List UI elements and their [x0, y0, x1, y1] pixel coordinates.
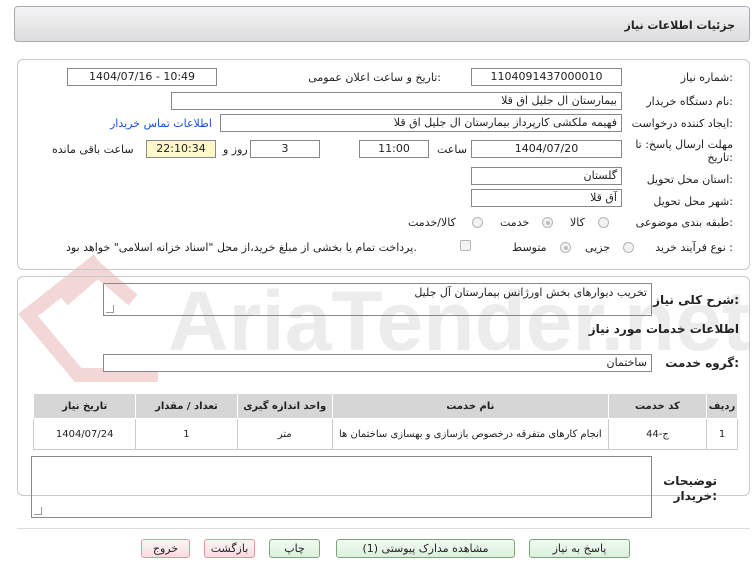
days-field: 3	[250, 140, 320, 158]
process-radio-medium[interactable]	[560, 242, 571, 253]
summary-label: شرح کلی نیاز:	[653, 293, 739, 307]
services-table: ردیف کد خدمت نام خدمت واحد اندازه گیری ت…	[32, 393, 738, 450]
announce-field: 1404/07/16 - 10:49	[67, 68, 217, 86]
col-code-header: کد خدمت	[607, 393, 708, 419]
deadline-label: مهلت ارسال پاسخ: تا	[635, 138, 733, 151]
col-name-header: نام خدمت	[331, 393, 609, 419]
process-option-medium: متوسط	[512, 241, 547, 254]
summary-textarea[interactable]: تخریب دیوارهای بخش اورژانس بیمارستان آل …	[103, 283, 652, 316]
province-label: استان محل تحویل:	[646, 173, 733, 186]
cell-service-name: انجام کارهای متفرقه درخصوص بازسازی و بهس…	[331, 418, 609, 450]
payment-note: پرداخت تمام یا بخشی از مبلغ خرید،از محل …	[66, 241, 417, 254]
notes-resize-handle[interactable]	[34, 507, 42, 515]
table-row: 1 ج-44 انجام کارهای متفرقه درخصوص بازساز…	[32, 418, 738, 450]
deadline-date-field: 1404/07/20	[471, 140, 622, 158]
category-radio-goods-service[interactable]	[472, 217, 483, 228]
attachments-button[interactable]: مشاهده مدارک پیوستی (1)	[336, 539, 515, 558]
treasury-payment-checkbox[interactable]	[460, 240, 471, 251]
col-qty-header: تعداد / مقدار	[135, 393, 238, 419]
province-field: گلستان	[471, 167, 622, 185]
print-button[interactable]: چاپ	[269, 539, 320, 558]
cell-unit: متر	[236, 418, 333, 450]
cell-service-code: ج-44	[607, 418, 708, 450]
exit-button[interactable]: خروج	[141, 539, 190, 558]
announce-label: تاریخ و ساعت اعلان عمومی:	[308, 71, 441, 84]
notes-label-buyer: خریدار:	[673, 489, 717, 503]
services-title: اطلاعات خدمات مورد نیاز	[588, 322, 739, 336]
need-number-field: 1104091437000010	[471, 68, 622, 86]
table-header-row: ردیف کد خدمت نام خدمت واحد اندازه گیری ت…	[32, 393, 738, 419]
process-option-minor: جزیی	[585, 241, 611, 254]
need-number-label: شماره نیاز:	[680, 71, 733, 84]
city-label: شهر محل تحویل:	[653, 195, 733, 208]
buyer-org-label: نام دستگاه خریدار:	[646, 95, 733, 108]
deadline-time-label: ساعت	[437, 143, 467, 156]
category-option-goods-service: کالا/خدمت	[408, 216, 456, 229]
category-label: طبقه بندی موضوعی:	[635, 216, 733, 229]
buyer-org-field: بیمارستان ال جلیل اق قلا	[171, 92, 622, 110]
remaining-time-field: 22:10:34	[146, 140, 216, 158]
back-button[interactable]: بازگشت	[204, 539, 255, 558]
service-group-field: ساختمان	[103, 354, 652, 372]
cell-need-date: 1404/07/24	[32, 418, 137, 450]
notes-label: توضیحات	[663, 474, 717, 488]
deadline-time-field: 11:00	[359, 140, 429, 158]
page-title: جزئیات اطلاعات نیاز	[624, 19, 736, 32]
footer-divider	[17, 528, 750, 529]
service-group-label: گروه خدمت:	[665, 356, 739, 370]
cell-quantity: 1	[135, 418, 238, 450]
category-radio-goods[interactable]	[598, 217, 609, 228]
info-panel	[17, 59, 750, 270]
category-option-service: خدمت	[500, 216, 530, 229]
category-option-goods: کالا	[570, 216, 585, 229]
contact-buyer-link[interactable]: اطلاعات تماس خریدار	[110, 117, 212, 130]
cell-row-number: 1	[706, 418, 738, 450]
page-header: جزئیات اطلاعات نیاز	[14, 6, 750, 42]
notes-textarea[interactable]	[31, 456, 652, 518]
process-radio-minor[interactable]	[623, 242, 634, 253]
summary-resize-handle[interactable]	[106, 305, 114, 313]
days-label: روز و	[223, 143, 248, 156]
city-field: آق قلا	[471, 189, 622, 207]
creator-field: فهیمه ملکشی کارپرداز بیمارستان ال جلیل ا…	[220, 114, 622, 132]
process-label: نوع فرآیند خرید :	[655, 241, 733, 254]
reply-button[interactable]: پاسخ به نیاز	[529, 539, 630, 558]
col-date-header: تاریخ نیاز	[32, 393, 137, 419]
category-radio-service[interactable]	[542, 217, 553, 228]
creator-label: ایجاد کننده درخواست:	[631, 117, 733, 130]
col-unit-header: واحد اندازه گیری	[236, 393, 333, 419]
deadline-label-date: تاریخ:	[707, 151, 733, 164]
col-row-header: ردیف	[706, 393, 738, 419]
remaining-label: ساعت باقی مانده	[52, 143, 134, 156]
